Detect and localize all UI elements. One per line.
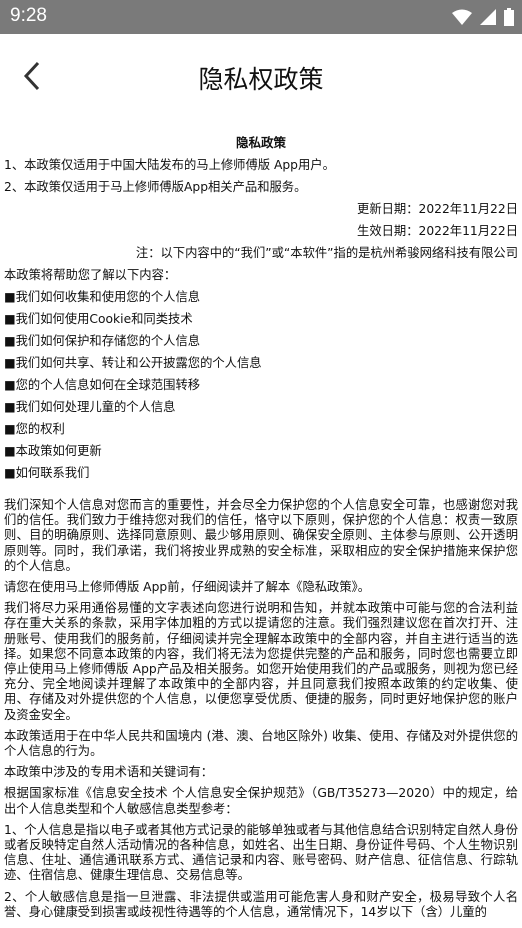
paragraph: 请您在使用马上修师傅版 App前，仔细阅读并了解本《隐私政策》。 <box>4 580 371 595</box>
paragraph: 1、个人信息是指以电子或者其他方式记录的能够单独或者与其他信息结合识别特定自然人… <box>4 822 518 883</box>
toc-heading: 本政策将帮助您了解以下内容： <box>4 268 177 282</box>
intro-line-1: 1、本政策仅适用于中国大陆发布的马上修师傅版 App用户。 <box>4 158 335 172</box>
intro-line-2: 2、本政策仅适用于马上修师傅版App相关产品和服务。 <box>4 180 307 194</box>
paragraph: 我们深知个人信息对您而言的重要性，并会尽全力保护您的个人信息安全可靠，也感谢您对… <box>4 498 518 573</box>
toc-item: ■我们如何共享、转让和公开披露您的个人信息 <box>4 356 262 370</box>
paragraph: 本政策适用于在中华人民共和国境内 (港、澳、台地区除外) 收集、使用、存储及对外… <box>4 728 518 759</box>
paragraph: 本政策中涉及的专用术语和关键词有： <box>4 765 214 780</box>
update-date: 更新日期：2022年11月22日 <box>357 202 518 216</box>
wifi-icon <box>452 9 472 25</box>
company-note: 注：以下内容中的“我们”或“本软件”指的是杭州希骏网络科技有限公司 <box>135 246 518 260</box>
toc-item: ■您的权利 <box>4 422 65 436</box>
status-bar: 9:28 <box>0 0 522 34</box>
page-title: 隐私权政策 <box>198 65 324 94</box>
app-header: 隐私权政策 <box>0 34 522 120</box>
effective-date: 生效日期：2022年11月22日 <box>357 224 518 238</box>
toc-item: ■我们如何使用Cookie和同类技术 <box>4 312 193 326</box>
battery-icon <box>504 8 514 26</box>
toc-item: ■如何联系我们 <box>4 466 90 480</box>
policy-content[interactable]: 隐私政策 1、本政策仅适用于中国大陆发布的马上修师傅版 App用户。 2、本政策… <box>0 120 522 928</box>
status-icons <box>452 7 514 27</box>
toc-item: ■我们如何保护和存储您的个人信息 <box>4 334 201 348</box>
toc-item: ■本政策如何更新 <box>4 444 102 458</box>
paragraph: 我们将尽力采用通俗易懂的文字表述向您进行说明和告知，并就本政策中可能与您的合法利… <box>4 601 518 722</box>
status-time: 9:28 <box>10 5 47 26</box>
toc-item: ■您的个人信息如何在全球范围转移 <box>4 378 201 392</box>
paragraph: 2、个人敏感信息是指一旦泄露、非法提供或滥用可能危害人身和财产安全，极易导致个人… <box>4 889 518 919</box>
toc-item: ■我们如何处理儿童的个人信息 <box>4 400 176 414</box>
toc-item: ■我们如何收集和使用您的个人信息 <box>4 290 201 304</box>
policy-title: 隐私政策 <box>235 135 286 150</box>
paragraph: 根据国家标准《信息安全技术 个人信息安全保护规范》（GB/T35273—2020… <box>4 786 518 816</box>
signal-icon <box>480 9 496 25</box>
